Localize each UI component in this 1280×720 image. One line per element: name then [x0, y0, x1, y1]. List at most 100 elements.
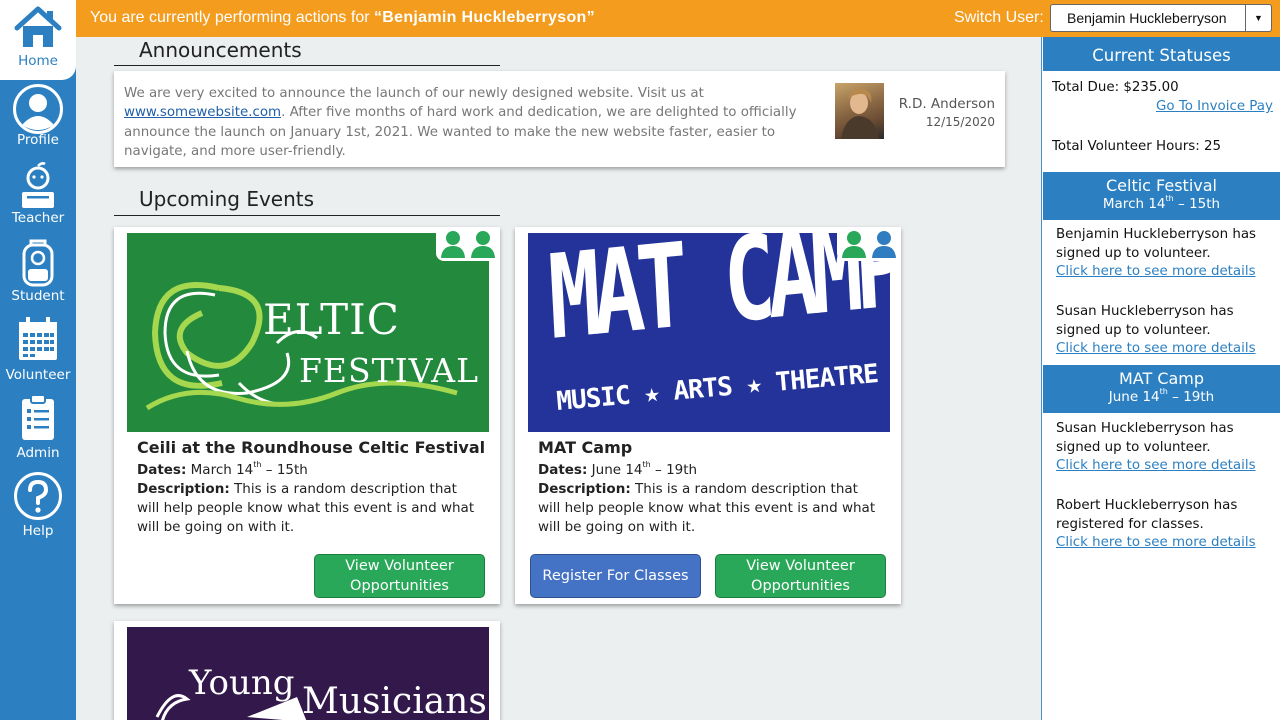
celtic-image-text-1: ELTIC: [263, 295, 400, 344]
event-dates: Dates: June 14th – 19th: [538, 460, 698, 478]
chevron-down-icon[interactable]: ▼: [1245, 5, 1271, 31]
total-due: Total Due: $235.00: [1052, 80, 1179, 95]
dates-key: Dates:: [538, 462, 588, 478]
dates-sup: th: [253, 460, 262, 469]
sidebar-item-label: Help: [22, 523, 54, 539]
sidebar-item-label: Admin: [16, 445, 60, 461]
sidebar-item-volunteer[interactable]: Volunteer: [0, 314, 76, 392]
calendar-icon: [19, 317, 57, 360]
sidebar-item-admin[interactable]: Admin: [0, 392, 76, 470]
event-description: Description: This is a random descriptio…: [538, 480, 878, 537]
group-dates-sup: th: [1165, 194, 1174, 203]
announcement-link[interactable]: www.somewebsite.com: [124, 105, 281, 120]
group-dates-value: June 14: [1108, 389, 1160, 405]
details-link[interactable]: Click here to see more details: [1056, 535, 1256, 550]
group-dates-value: March 14: [1102, 196, 1166, 212]
announcement-date: 12/15/2020: [925, 115, 995, 129]
view-volunteer-opportunities-button[interactable]: View Volunteer Opportunities: [715, 554, 886, 598]
home-icon: [14, 6, 62, 47]
event-description: Description: This is a random descriptio…: [137, 480, 477, 537]
sidebar-item-home[interactable]: Home: [0, 0, 76, 80]
details-link[interactable]: Click here to see more details: [1056, 341, 1256, 356]
switch-user-label: Switch User:: [954, 9, 1044, 26]
event-card-mat-camp: MAT CAMP MUSIC ★ ARTS ★ THEATRE MAT Camp…: [515, 227, 901, 604]
sidebar: Home Profile Teacher Student Volunteer A…: [0, 0, 76, 720]
view-volunteer-opportunities-button[interactable]: View Volunteer Opportunities: [314, 554, 485, 598]
announcement-card: We are very excited to announce the laun…: [114, 71, 1005, 167]
dates-value: March 14: [186, 462, 254, 478]
switch-user-value: Benjamin Huckleberryson: [1067, 10, 1227, 26]
celtic-image-text-2: FESTIVAL: [299, 351, 479, 390]
event-card-young-musicians: Young Musicians: [114, 621, 500, 720]
register-for-classes-button[interactable]: Register For Classes: [530, 554, 701, 598]
status-entry-text: Benjamin Huckleberryson has signed up to…: [1056, 227, 1256, 261]
event-title: Ceili at the Roundhouse Celtic Festival: [137, 438, 486, 457]
person-icon: [842, 231, 866, 258]
invoice-pay-link[interactable]: Go To Invoice Pay: [1156, 99, 1273, 114]
status-group-header-celtic: Celtic Festival March 14th – 15th: [1043, 172, 1280, 220]
help-icon: [14, 472, 62, 520]
status-panel: Current Statuses Total Due: $235.00 Go T…: [1041, 37, 1280, 720]
event-image-mat-camp: MAT CAMP MUSIC ★ ARTS ★ THEATRE: [528, 233, 890, 432]
top-bar: You are currently performing actions for…: [76, 0, 1280, 37]
young-image-text-2: Musicians: [302, 681, 487, 720]
sidebar-item-label: Profile: [17, 132, 59, 148]
details-link[interactable]: Click here to see more details: [1056, 458, 1256, 473]
event-title: MAT Camp: [538, 438, 633, 457]
volunteer-badge: [837, 227, 901, 261]
event-image-young-musicians: Young Musicians: [127, 627, 489, 720]
description-key: Description:: [137, 481, 230, 497]
announcement-author: R.D. Anderson: [898, 96, 995, 112]
acting-as-user: “Benjamin Huckleberryson”: [374, 9, 595, 26]
status-group-dates: March 14th – 15th: [1043, 194, 1280, 212]
teacher-icon: [22, 162, 54, 208]
sidebar-item-help[interactable]: Help: [0, 470, 76, 548]
group-dates-sup: th: [1159, 387, 1168, 396]
profile-icon: [13, 84, 63, 134]
sidebar-item-label: Home: [18, 53, 58, 69]
volunteer-badge: [436, 227, 500, 261]
group-dates-value: – 19th: [1167, 389, 1215, 405]
status-panel-heading: Current Statuses: [1043, 37, 1280, 71]
switch-user-select[interactable]: Benjamin Huckleberryson ▼: [1050, 4, 1272, 32]
status-group-header-mat-camp: MAT Camp June 14th – 19th: [1043, 365, 1280, 413]
status-entry-text: Susan Huckleberryson has signed up to vo…: [1056, 421, 1234, 455]
event-image-celtic: ELTIC FESTIVAL: [127, 233, 489, 432]
announcement-text: We are very excited to announce the laun…: [124, 84, 824, 161]
sidebar-item-label: Teacher: [11, 210, 65, 226]
event-dates: Dates: March 14th – 15th: [137, 460, 308, 478]
sidebar-item-label: Student: [11, 288, 65, 304]
acting-as-message: You are currently performing actions for…: [90, 9, 595, 27]
dates-value: June 14: [587, 462, 643, 478]
person-icon: [872, 231, 896, 258]
announcement-text-part: We are very excited to announce the laun…: [124, 86, 704, 101]
status-entry-text: Susan Huckleberryson has signed up to vo…: [1056, 304, 1234, 338]
author-photo: [835, 83, 884, 139]
status-entry-text: Robert Huckleberryson has registered for…: [1056, 498, 1238, 532]
young-image-text-1: Young: [189, 663, 295, 703]
event-card-celtic: ELTIC FESTIVAL Ceili at the Roundhouse C…: [114, 227, 500, 604]
announcements-heading: Announcements: [114, 38, 500, 66]
details-link[interactable]: Click here to see more details: [1056, 264, 1256, 279]
sidebar-item-label: Volunteer: [5, 367, 71, 383]
volunteer-hours: Total Volunteer Hours: 25: [1052, 139, 1222, 154]
person-icon: [471, 231, 495, 258]
dates-value: – 15th: [261, 462, 308, 478]
person-icon: [441, 231, 465, 258]
acting-as-prefix: You are currently performing actions for: [90, 9, 370, 26]
student-icon: [22, 239, 54, 287]
status-group-title: MAT Camp: [1118, 369, 1205, 388]
status-group-title: Celtic Festival: [1105, 176, 1217, 195]
group-dates-value: – 15th: [1173, 196, 1221, 212]
dates-key: Dates:: [137, 462, 187, 478]
sidebar-item-teacher[interactable]: Teacher: [0, 158, 76, 236]
dates-value: – 19th: [650, 462, 698, 478]
sidebar-item-student[interactable]: Student: [0, 236, 76, 314]
sidebar-item-profile[interactable]: Profile: [0, 80, 76, 158]
mat-image-text-2: MUSIC ★ ARTS ★ THEATRE: [555, 359, 880, 417]
events-heading: Upcoming Events: [114, 187, 500, 216]
dates-sup: th: [642, 460, 651, 469]
description-key: Description:: [538, 481, 631, 497]
status-group-dates: June 14th – 19th: [1043, 387, 1280, 405]
clipboard-icon: [22, 394, 54, 440]
